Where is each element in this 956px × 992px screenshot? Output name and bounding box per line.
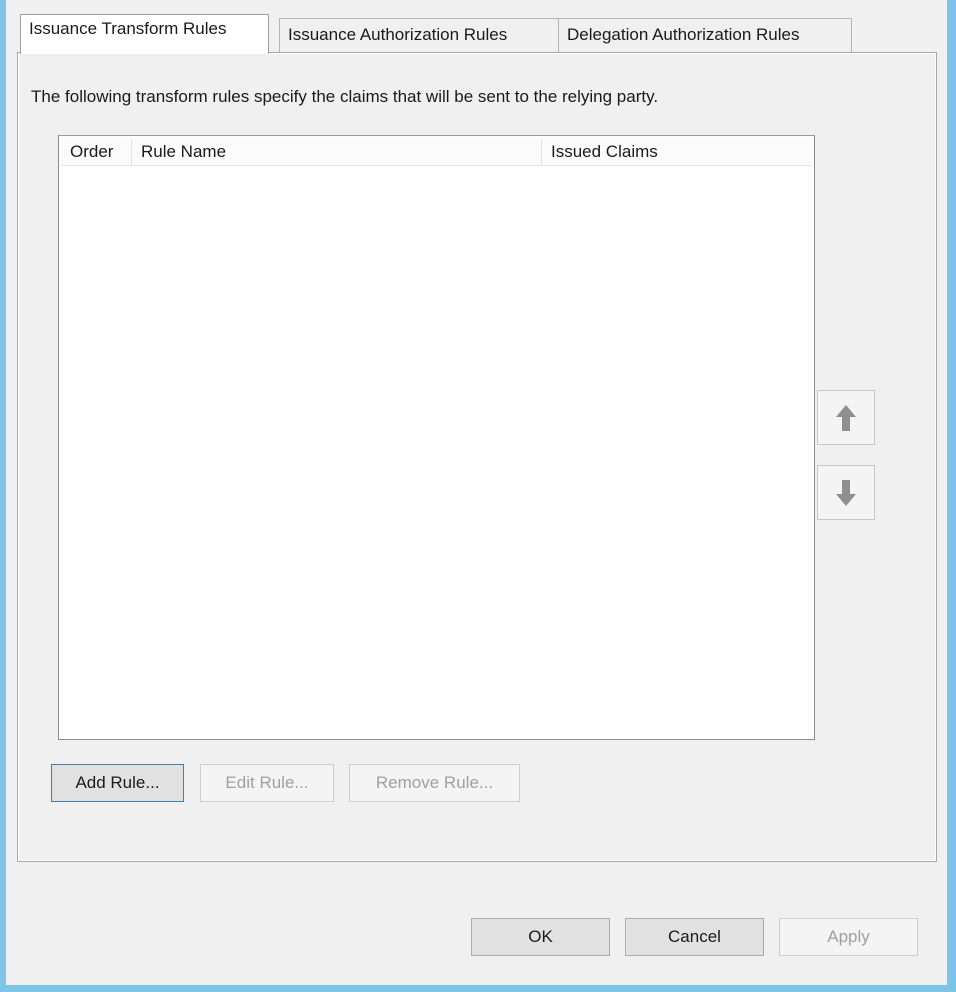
remove-rule-button[interactable]: Remove Rule... [349,764,520,802]
tab-label: Issuance Authorization Rules [288,25,508,44]
column-header-order[interactable]: Order [61,138,132,165]
tab-issuance-transform-rules[interactable]: Issuance Transform Rules [20,14,269,54]
tab-label: Delegation Authorization Rules [567,25,800,44]
relying-party-properties-dialog: Issuance Transform Rules Issuance Author… [6,0,947,985]
column-label: Rule Name [141,142,227,161]
ok-button[interactable]: OK [471,918,610,956]
arrow-up-icon [836,404,856,431]
tab-issuance-authorization-rules[interactable]: Issuance Authorization Rules [279,18,559,52]
rules-list[interactable]: Order Rule Name Issued Claims [58,135,815,740]
tab-label: Issuance Transform Rules [29,19,227,38]
column-label: Issued Claims [551,142,658,161]
add-rule-button[interactable]: Add Rule... [51,764,184,802]
move-rule-down-button[interactable] [817,465,875,520]
panel-description: The following transform rules specify th… [31,87,659,106]
arrow-down-icon [836,479,856,506]
issuance-transform-rules-panel: The following transform rules specify th… [17,52,937,862]
column-header-rule-name[interactable]: Rule Name [132,138,542,165]
edit-rule-button[interactable]: Edit Rule... [200,764,334,802]
tab-delegation-authorization-rules[interactable]: Delegation Authorization Rules [558,18,852,52]
cancel-button[interactable]: Cancel [625,918,764,956]
column-label: Order [70,142,114,161]
rules-list-header: Order Rule Name Issued Claims [61,138,812,166]
apply-button[interactable]: Apply [779,918,918,956]
column-header-issued-claims[interactable]: Issued Claims [542,138,810,165]
move-rule-up-button[interactable] [817,390,875,445]
